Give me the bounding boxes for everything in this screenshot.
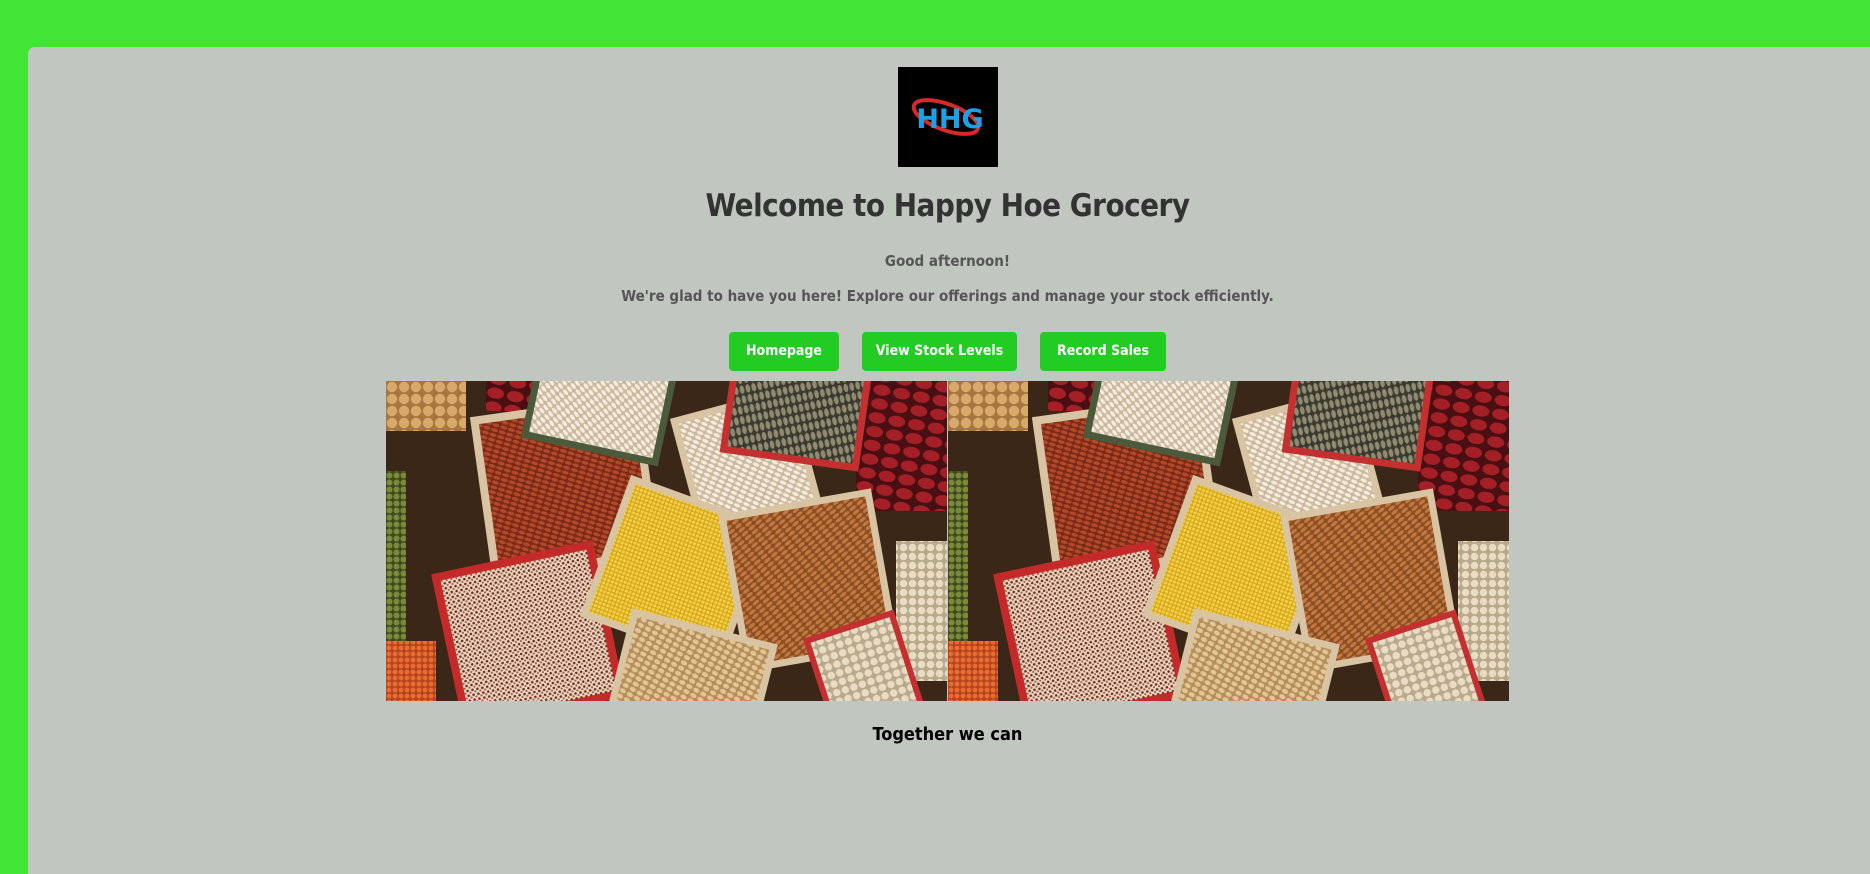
grains-banner-image-right — [948, 381, 1509, 701]
grains-banner-image-left — [386, 381, 947, 701]
hhg-logo-icon: HHG — [898, 67, 998, 167]
record-sales-button[interactable]: Record Sales — [1040, 332, 1166, 371]
view-stock-levels-button[interactable]: View Stock Levels — [862, 332, 1017, 371]
welcome-subtitle: We're glad to have you here! Explore our… — [621, 287, 1274, 305]
page-title: Welcome to Happy Hoe Grocery — [705, 188, 1190, 224]
greeting-text: Good afternoon! — [884, 252, 1011, 270]
homepage-button[interactable]: Homepage — [729, 332, 839, 371]
tagline-text: Together we can — [872, 724, 1023, 745]
svg-text:HHG: HHG — [916, 104, 983, 135]
